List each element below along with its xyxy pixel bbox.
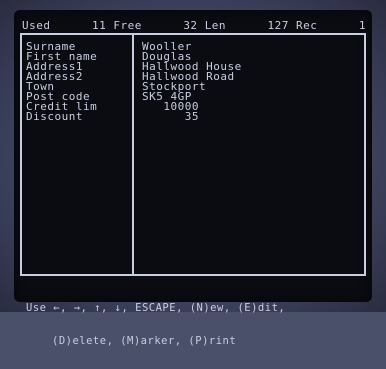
free-indicator: 11 Free xyxy=(91,18,142,32)
len-value: 127 xyxy=(267,18,289,32)
status-bar: Used 11 Free 32 Len 127 Rec 1 xyxy=(22,18,366,32)
rec-indicator: 127 Rec xyxy=(267,18,318,32)
help-line-1: Use ←, →, ↑, ↓, ESCAPE, (N)ew, (E)dit, xyxy=(26,302,286,314)
field-value-discount[interactable]: 35 xyxy=(142,111,360,122)
field-values: Wooller Douglas Hallwood House Hallwood … xyxy=(142,41,360,122)
help-line-2: (D)elete, (M)arker, (P)rint xyxy=(52,335,237,347)
field-label-discount: Discount xyxy=(26,110,83,123)
used-label: Used xyxy=(22,18,51,32)
divider-column xyxy=(132,35,134,274)
rec-value: 1 xyxy=(358,18,366,32)
free-value: 32 xyxy=(183,18,198,32)
divider-left xyxy=(20,35,22,274)
divider-bottom xyxy=(20,274,366,276)
divider-top xyxy=(20,33,366,35)
free-label: Free xyxy=(113,18,142,32)
used-indicator: Used xyxy=(22,18,51,32)
used-value: 11 xyxy=(91,18,107,32)
divider-right xyxy=(364,35,366,274)
field-labels: Surname First name Address1 Address2 Tow… xyxy=(26,41,130,123)
terminal-screen: Used 11 Free 32 Len 127 Rec 1 Surname Fi… xyxy=(14,10,372,347)
len-indicator: 32 Len xyxy=(183,18,227,32)
len-label: Len xyxy=(204,18,227,32)
rec-label: Rec xyxy=(296,18,318,32)
command-help: Use ←, →, ↑, ↓, ESCAPE, (N)ew, (E)dit, (… xyxy=(26,281,366,369)
